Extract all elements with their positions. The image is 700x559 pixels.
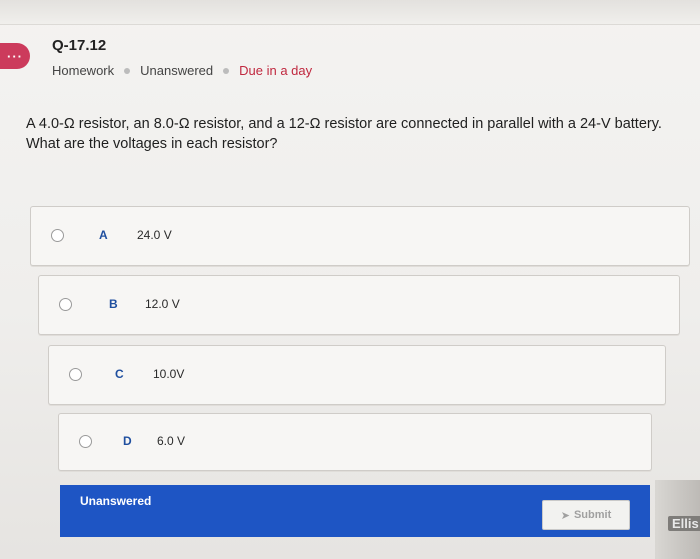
option-letter: D (123, 434, 132, 448)
more-menu-icon[interactable]: ··· (0, 43, 30, 69)
submit-label: Submit (573, 509, 612, 521)
radio-icon[interactable] (79, 435, 92, 448)
option-value: 6.0 V (157, 434, 186, 448)
separator-dot-icon (223, 67, 230, 74)
question-line-2: What are the voltages in each resistor? (26, 136, 278, 152)
answer-footer: Unanswered ➤ Submit (60, 485, 650, 537)
send-icon: ➤ (560, 509, 570, 522)
separator-dot-icon (124, 67, 131, 74)
option-letter: A (99, 228, 108, 242)
footer-status: Unanswered (80, 494, 152, 508)
option-d[interactable]: D 6.0 V (58, 413, 652, 471)
radio-icon[interactable] (69, 368, 82, 381)
option-letter: B (109, 297, 118, 311)
screen: ··· Q-17.12 Homework Unanswered Due in a… (0, 0, 700, 559)
due-date: Due in a day (239, 63, 313, 78)
option-letter: C (115, 367, 124, 381)
answer-status: Unanswered (140, 63, 214, 78)
assignment-type: Homework (52, 63, 115, 78)
option-value: 10.0V (153, 367, 185, 381)
radio-icon[interactable] (59, 298, 72, 311)
option-b[interactable]: B 12.0 V (38, 275, 680, 335)
top-strip (0, 0, 700, 25)
question-line-1: A 4.0-Ω resistor, an 8.0-Ω resistor, and… (26, 116, 662, 132)
question-id: Q-17.12 (52, 37, 107, 54)
question-meta: Homework Unanswered Due in a day (52, 63, 312, 78)
user-name: Ellis (668, 516, 700, 531)
radio-icon[interactable] (51, 229, 64, 242)
option-a[interactable]: A 24.0 V (30, 206, 690, 266)
option-value: 24.0 V (137, 228, 172, 242)
option-c[interactable]: C 10.0V (48, 345, 666, 405)
question-text: A 4.0-Ω resistor, an 8.0-Ω resistor, and… (26, 114, 686, 154)
submit-button[interactable]: ➤ Submit (542, 500, 630, 530)
option-value: 12.0 V (145, 297, 180, 311)
